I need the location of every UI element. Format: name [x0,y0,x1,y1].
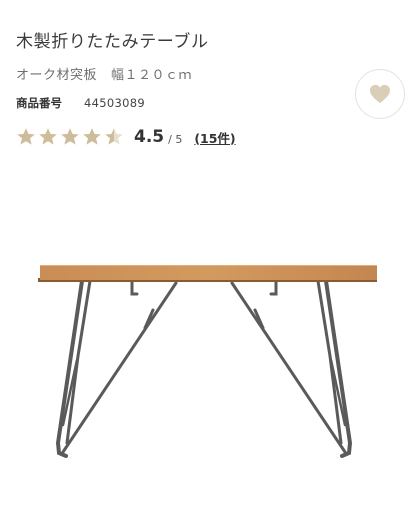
item-number-value: 44503089 [84,96,145,110]
product-header: 木製折りたたみテーブル オーク材突板 幅１２０ｃｍ 商品番号 44503089 4.… [0,0,417,160]
product-title: 木製折りたたみテーブル [16,32,209,52]
product-material: オーク材突板 [16,68,98,83]
rating-value: 4.5 [134,127,165,147]
star-icon [61,128,79,145]
rating-stars [16,127,126,147]
star-icon [83,128,101,145]
star-icon [105,128,123,145]
star-icon [17,128,35,145]
table-legs [55,279,353,458]
product-subtitle: オーク材突板 幅１２０ｃｍ [16,64,192,83]
star-icon [39,128,57,145]
item-number-row: 商品番号 44503089 [16,95,145,111]
item-number-label: 商品番号 [16,96,62,110]
rating-row: 4.5 / 5 (15件) [16,125,236,149]
product-image [0,160,417,512]
table-top [40,265,377,280]
product-size: 幅１２０ｃｍ [111,68,193,83]
rating-max: / 5 [168,132,183,146]
favorite-button[interactable] [355,69,405,119]
heart-icon [370,84,390,104]
folding-table-illustration [38,265,377,458]
review-count-link[interactable]: (15件) [194,128,235,147]
